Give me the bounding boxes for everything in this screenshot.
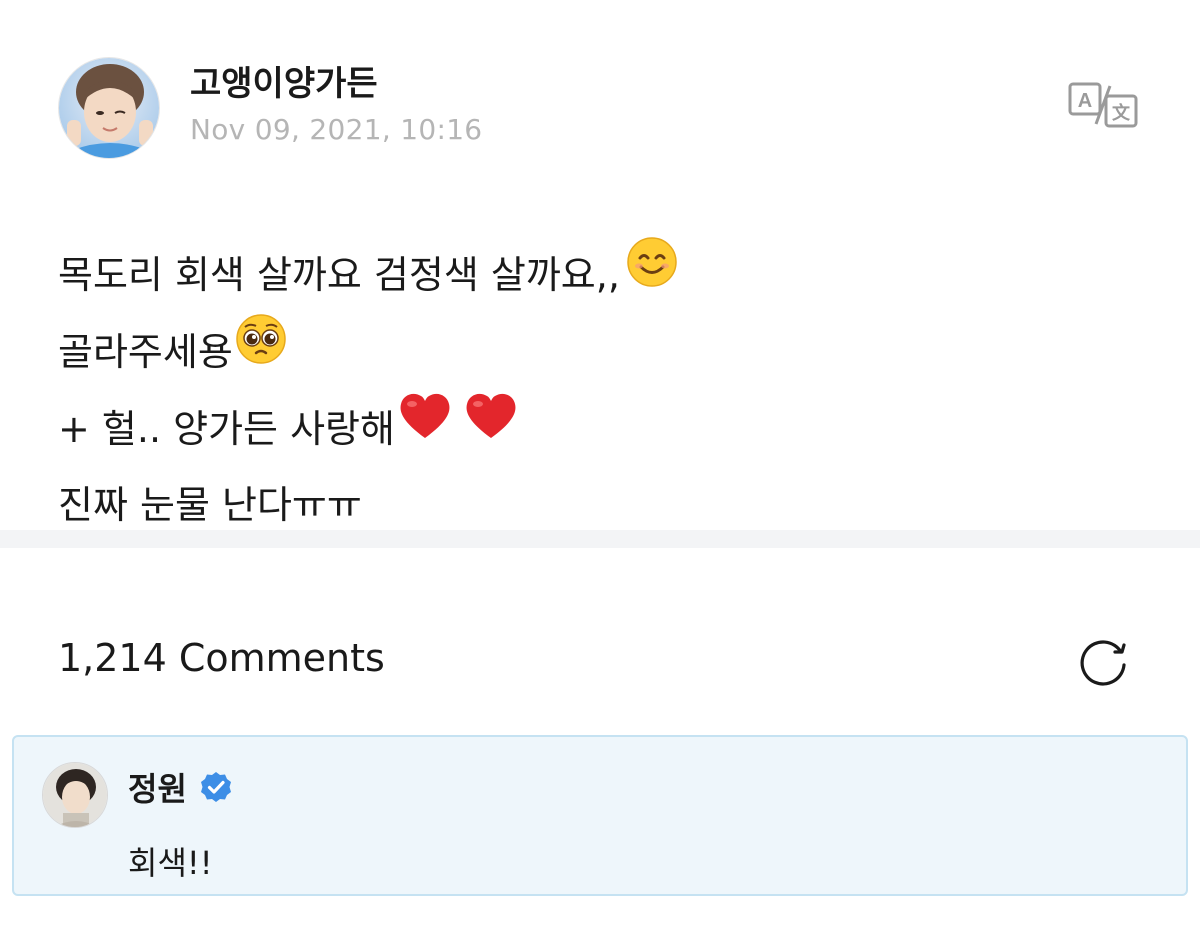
post-line-text: + 헐.. 양가든 사랑해 xyxy=(58,406,395,451)
red-heart-emoji-icon xyxy=(397,390,453,467)
section-divider xyxy=(0,530,1200,548)
post-line: + 헐.. 양가든 사랑해 xyxy=(58,390,1148,467)
post: 고앵이양가든 Nov 09, 2021, 10:16 A 文 목도리 회색 살까… xyxy=(0,0,1200,530)
comment-author-avatar[interactable] xyxy=(42,762,108,828)
refresh-icon[interactable] xyxy=(1074,632,1132,690)
smiling-face-emoji-icon xyxy=(626,236,678,313)
comment-card[interactable]: 정원 회색!! xyxy=(12,735,1188,896)
pleading-face-emoji-icon xyxy=(235,313,287,390)
post-line: 골라주세용 xyxy=(58,313,1148,390)
red-heart-emoji-icon xyxy=(463,390,519,467)
post-line: 목도리 회색 살까요 검정색 살까요,, xyxy=(58,236,1148,313)
comment-author-label: 정원 xyxy=(128,770,187,808)
translate-icon[interactable]: A 文 xyxy=(1066,80,1140,130)
comment-author-name[interactable]: 정원 xyxy=(128,764,233,810)
verified-badge-icon xyxy=(199,770,233,804)
post-line-text: 목도리 회색 살까요 검정색 살까요,, xyxy=(58,252,620,297)
post-body: 목도리 회색 살까요 검정색 살까요,, 골라주세용 + 헐.. 양가든 사랑해… xyxy=(58,236,1148,543)
post-author-avatar[interactable] xyxy=(58,57,160,159)
svg-text:A: A xyxy=(1078,90,1092,112)
post-line-text: 골라주세용 xyxy=(58,329,233,374)
post-author-name[interactable]: 고앵이양가든 xyxy=(190,56,378,105)
comment-text: 회색!! xyxy=(128,844,213,882)
svg-text:文: 文 xyxy=(1112,102,1131,124)
post-timestamp: Nov 09, 2021, 10:16 xyxy=(190,113,483,146)
comments-count: 1,214 Comments xyxy=(58,636,385,680)
